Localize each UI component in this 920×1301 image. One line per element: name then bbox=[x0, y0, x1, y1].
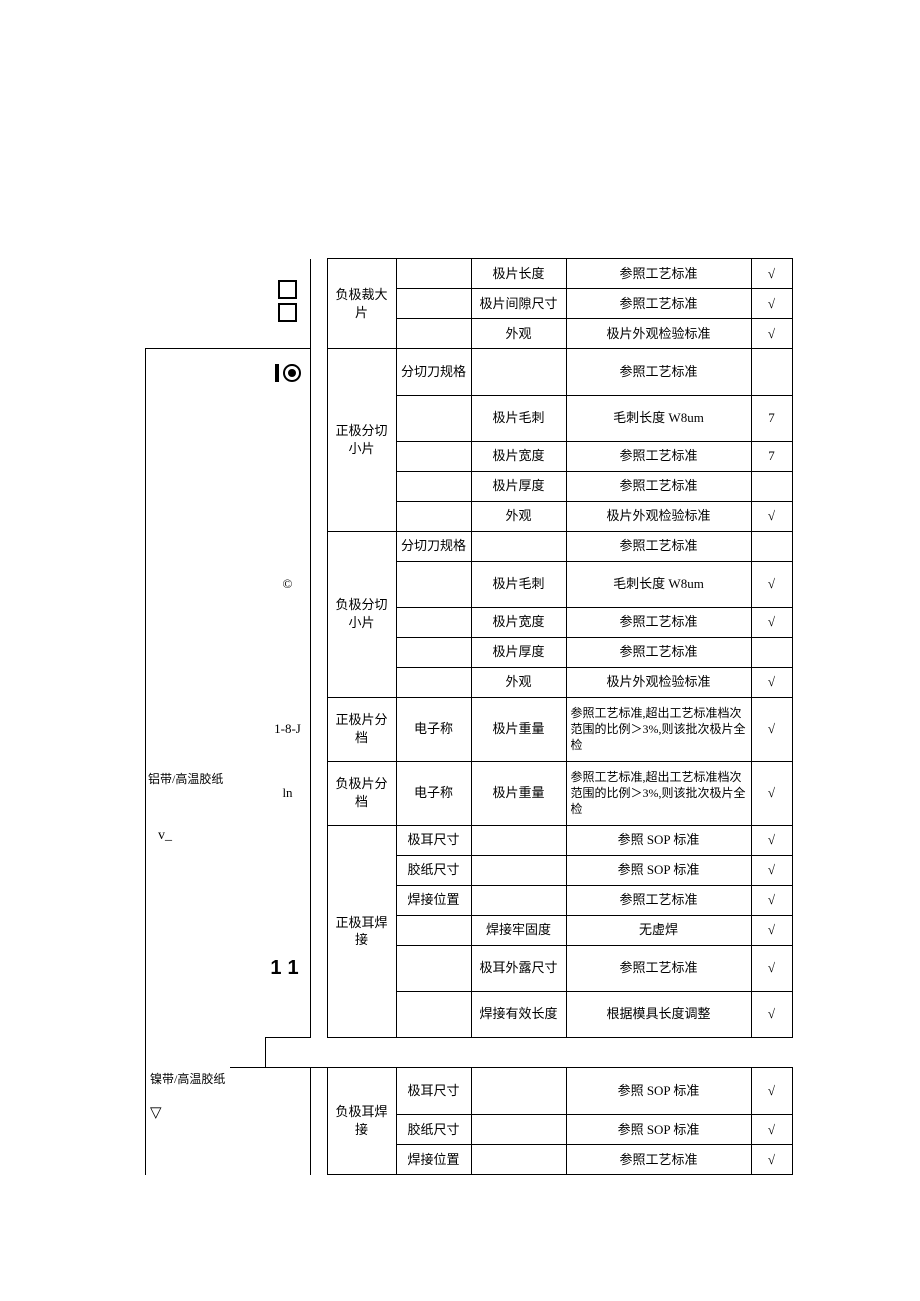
spec-cell: 参照工艺标准 bbox=[566, 289, 751, 319]
spec-cell: 参照工艺标准,超出工艺标准档次范围的比例＞3%,则该批次极片全检 bbox=[566, 697, 751, 761]
item-cell: 极片宽度 bbox=[471, 441, 566, 471]
spec-cell: 参照 SOP 标准 bbox=[566, 1115, 751, 1145]
item-cell: 焊接牢固度 bbox=[471, 915, 566, 945]
mark-cell: √ bbox=[751, 885, 792, 915]
spec-cell: 参照工艺标准 bbox=[566, 637, 751, 667]
spec-cell: 参照工艺标准 bbox=[566, 259, 751, 289]
item-cell: 极片宽度 bbox=[471, 607, 566, 637]
mark-cell: √ bbox=[751, 855, 792, 885]
instr-cell: 极耳尺寸 bbox=[396, 825, 471, 855]
glyph-ln: ln bbox=[266, 761, 311, 825]
mark-cell: √ bbox=[751, 667, 792, 697]
mark-cell: √ bbox=[751, 1115, 792, 1145]
glyph-copyright: © bbox=[266, 561, 311, 607]
spec-cell: 根据模具长度调整 bbox=[566, 991, 751, 1038]
spec-cell: 参照工艺标准 bbox=[566, 945, 751, 991]
mark-cell: √ bbox=[751, 1068, 792, 1115]
mark-cell: √ bbox=[751, 761, 792, 825]
spec-cell: 极片外观检验标准 bbox=[566, 501, 751, 531]
item-cell: 极片厚度 bbox=[471, 637, 566, 667]
glyph-v-underscore: v_ bbox=[158, 828, 172, 844]
glyph-triangle: ▽ bbox=[150, 1105, 162, 1121]
glyph-eleven: 11 bbox=[266, 945, 311, 991]
instr-cell: 极耳尺寸 bbox=[396, 1068, 471, 1115]
spec-cell: 参照工艺标准 bbox=[566, 1145, 751, 1175]
spec-cell: 参照工艺标准 bbox=[566, 441, 751, 471]
spec-cell: 参照工艺标准 bbox=[566, 607, 751, 637]
item-cell: 焊接有效长度 bbox=[471, 991, 566, 1038]
mark-cell: √ bbox=[751, 501, 792, 531]
spec-cell: 参照工艺标准 bbox=[566, 349, 751, 396]
step-cell: 负极裁大片 bbox=[327, 259, 396, 349]
table-row: 镍带/高温胶纸 ▽ 负极耳焊接 极耳尺寸 参照 SOP 标准 √ bbox=[146, 1068, 793, 1115]
step-cell: 正极耳焊接 bbox=[327, 825, 396, 1038]
mark-cell: √ bbox=[751, 607, 792, 637]
instr-cell: 胶纸尺寸 bbox=[396, 1115, 471, 1145]
mark-cell: √ bbox=[751, 991, 792, 1038]
item-cell: 外观 bbox=[471, 319, 566, 349]
item-cell: 极片长度 bbox=[471, 259, 566, 289]
left-note-al: 铝带/高温胶纸 bbox=[148, 770, 223, 787]
mark-cell: √ bbox=[751, 1145, 792, 1175]
item-cell: 极片重量 bbox=[471, 697, 566, 761]
table-row: 正极分切小片 分切刀规格 参照工艺标准 bbox=[146, 349, 793, 396]
step-cell: 负极片分档 bbox=[327, 761, 396, 825]
item-cell: 极片毛刺 bbox=[471, 395, 566, 441]
item-cell: 极片毛刺 bbox=[471, 561, 566, 607]
spec-cell: 极片外观检验标准 bbox=[566, 319, 751, 349]
instr-cell: 电子称 bbox=[396, 761, 471, 825]
item-cell: 极片厚度 bbox=[471, 471, 566, 501]
instr-cell: 分切刀规格 bbox=[396, 531, 471, 561]
left-note-ni: 镍带/高温胶纸 bbox=[150, 1072, 225, 1086]
item-cell: 极片间隙尺寸 bbox=[471, 289, 566, 319]
mark-cell: 7 bbox=[751, 395, 792, 441]
mark-cell: 7 bbox=[751, 441, 792, 471]
step-cell: 负极分切小片 bbox=[327, 531, 396, 697]
instr-cell: 分切刀规格 bbox=[396, 349, 471, 396]
document-page: 负极裁大片 极片长度 参照工艺标准 √ 极片间隙尺寸 参照工艺标准 √ 外观 极… bbox=[0, 0, 920, 1175]
spec-cell: 无虚焊 bbox=[566, 915, 751, 945]
table-row: 外观 极片外观检验标准 √ bbox=[146, 319, 793, 349]
spec-cell: 参照工艺标准 bbox=[566, 885, 751, 915]
spec-cell: 毛刺长度 W8um bbox=[566, 395, 751, 441]
item-cell: 外观 bbox=[471, 501, 566, 531]
instr-cell: 电子称 bbox=[396, 697, 471, 761]
spec-cell: 参照 SOP 标准 bbox=[566, 1068, 751, 1115]
mark-cell: √ bbox=[751, 319, 792, 349]
spec-cell: 参照 SOP 标准 bbox=[566, 855, 751, 885]
instr-cell: 焊接位置 bbox=[396, 1145, 471, 1175]
mark-cell: √ bbox=[751, 945, 792, 991]
spec-cell: 毛刺长度 W8um bbox=[566, 561, 751, 607]
mark-cell: √ bbox=[751, 825, 792, 855]
mark-cell: √ bbox=[751, 259, 792, 289]
step-cell: 正极片分档 bbox=[327, 697, 396, 761]
spec-cell: 极片外观检验标准 bbox=[566, 667, 751, 697]
mark-cell: √ bbox=[751, 561, 792, 607]
inspection-table: 负极裁大片 极片长度 参照工艺标准 √ 极片间隙尺寸 参照工艺标准 √ 外观 极… bbox=[145, 258, 792, 1175]
step-cell: 负极耳焊接 bbox=[327, 1068, 396, 1175]
item-cell: 外观 bbox=[471, 667, 566, 697]
spec-cell: 参照工艺标准,超出工艺标准档次范围的比例＞3%,则该批次极片全检 bbox=[566, 761, 751, 825]
instr-cell: 焊接位置 bbox=[396, 885, 471, 915]
item-cell: 极耳外露尺寸 bbox=[471, 945, 566, 991]
instr-cell: 胶纸尺寸 bbox=[396, 855, 471, 885]
table-row: 负极裁大片 极片长度 参照工艺标准 √ bbox=[146, 259, 793, 289]
spec-cell: 参照 SOP 标准 bbox=[566, 825, 751, 855]
spec-cell: 参照工艺标准 bbox=[566, 531, 751, 561]
mark-cell: √ bbox=[751, 289, 792, 319]
mark-cell: √ bbox=[751, 697, 792, 761]
code-cell: 1-8-J bbox=[266, 697, 311, 761]
glyph-bar-eye bbox=[266, 349, 311, 396]
glyph-boxes bbox=[266, 259, 311, 349]
spec-cell: 参照工艺标准 bbox=[566, 471, 751, 501]
table-row: 极片间隙尺寸 参照工艺标准 √ bbox=[146, 289, 793, 319]
item-cell: 极片重量 bbox=[471, 761, 566, 825]
mark-cell: √ bbox=[751, 915, 792, 945]
step-cell: 正极分切小片 bbox=[327, 349, 396, 532]
